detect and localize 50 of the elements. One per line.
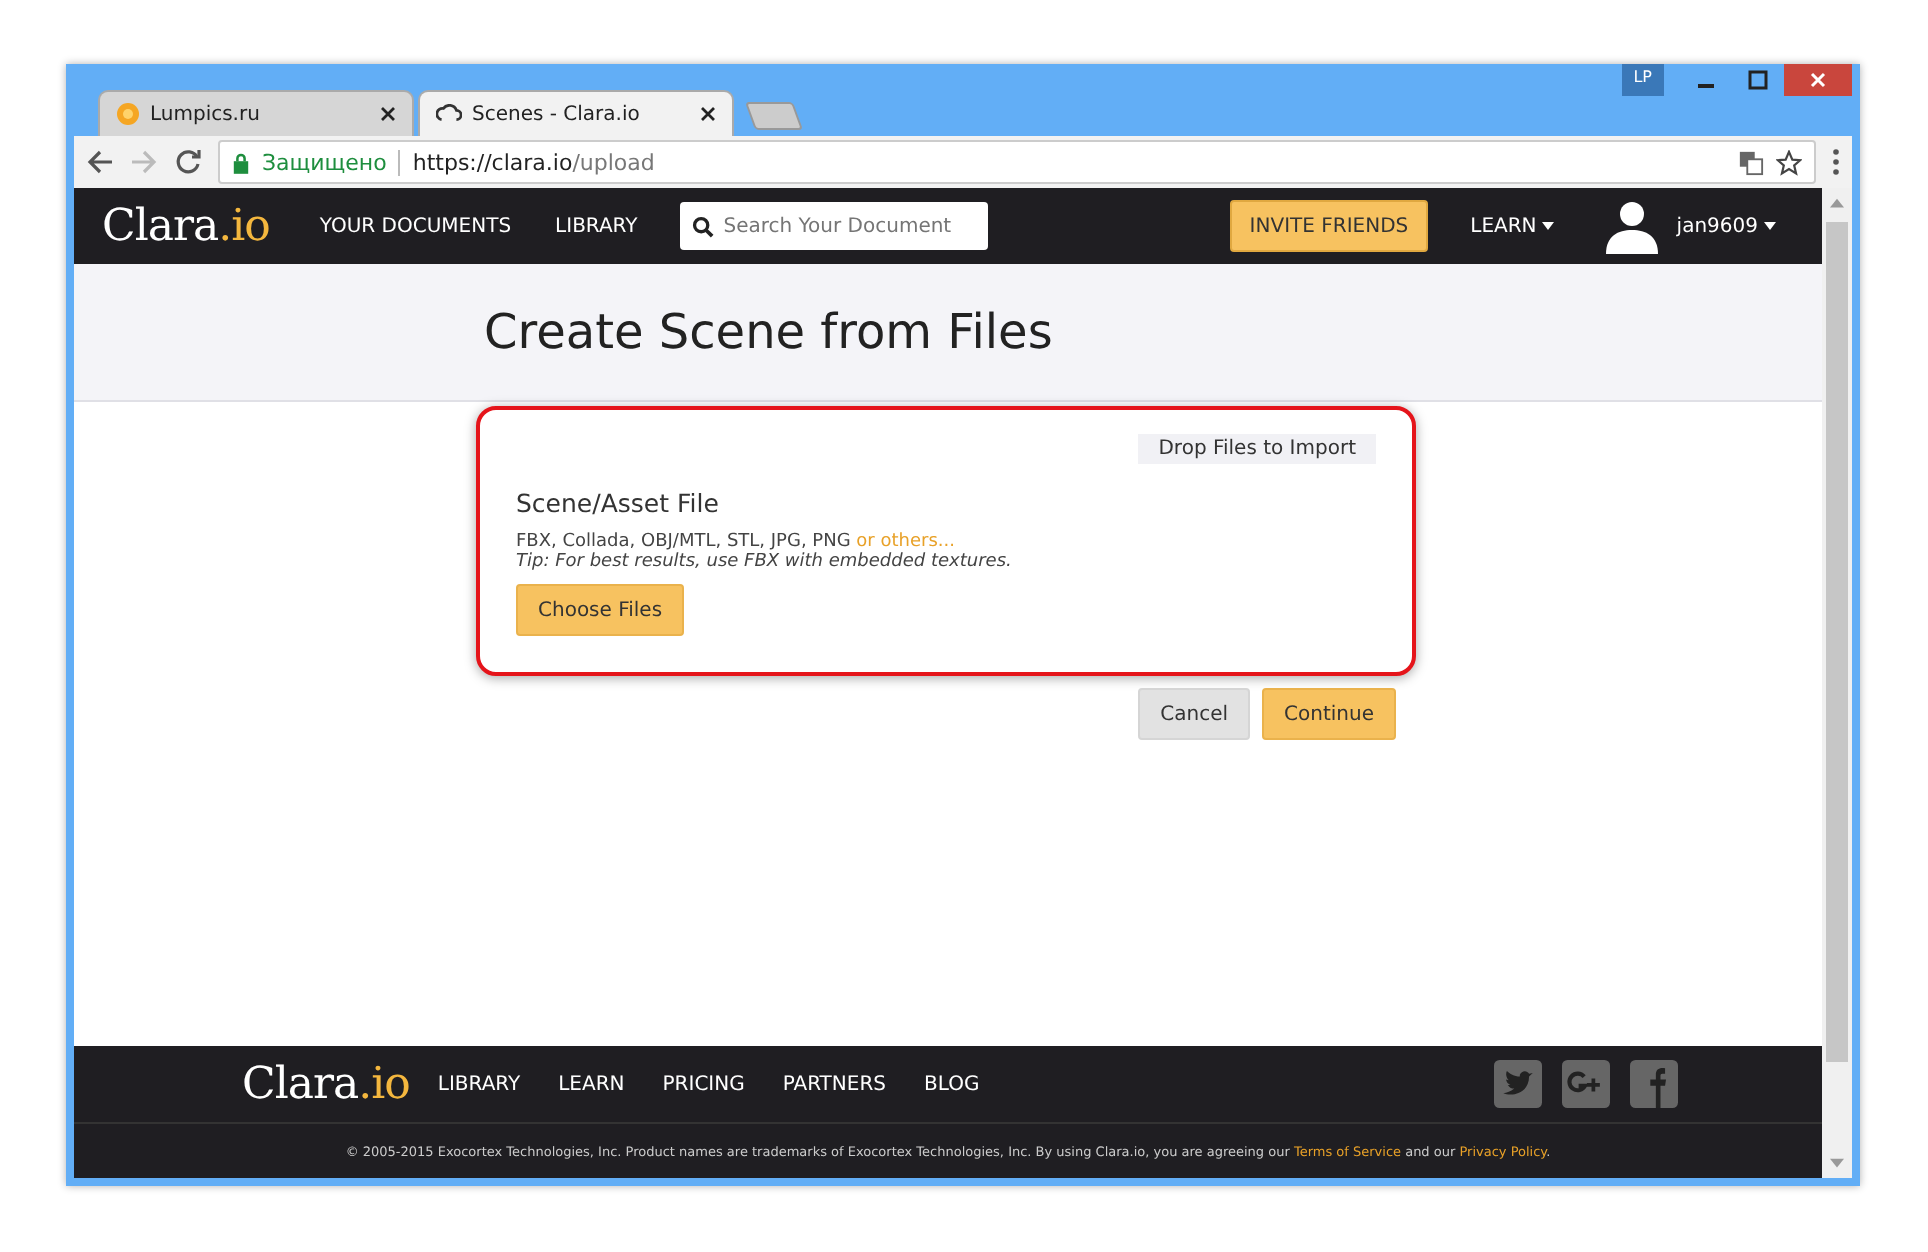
close-icon [1808,70,1828,90]
logo[interactable]: Clara.io [102,201,270,251]
section-heading: Scene/Asset File [516,488,721,518]
caret-icon[interactable] [1764,222,1776,230]
search-field[interactable]: Search Your Document [679,202,988,250]
choose-files-button[interactable]: Choose Files [516,584,685,636]
lock-icon [232,151,250,173]
twitter-icon[interactable] [1494,1060,1542,1108]
footer-logo[interactable]: Clara.io [242,1059,410,1109]
tip-text: Tip: For best results, use FBX with embedded textures. [516,552,1014,572]
star-icon[interactable] [1776,149,1802,175]
close-icon[interactable] [700,106,716,122]
reload-icon[interactable] [174,148,202,176]
footer-link[interactable]: BLOG [924,1073,980,1095]
user-silhouette-icon [1604,198,1661,254]
nav-link[interactable]: YOUR DOCUMENTS [319,215,512,237]
drop-hint: Drop Files to Import [1138,434,1376,464]
learn-menu[interactable]: LEARN [1470,215,1537,237]
footer-link[interactable]: LEARN [558,1073,625,1095]
close-icon[interactable] [380,106,396,122]
cloud-icon [436,104,462,124]
maximize-icon[interactable] [1748,70,1768,90]
format-list: FBX, Collada, OBJ/MTL, STL, JPG, PNG or others... [516,532,1376,552]
back-icon[interactable] [86,148,114,176]
continue-button[interactable]: Continue [1262,688,1396,740]
url-text: https://clara.io/upload [412,149,655,175]
tab-title: Scenes - Clara.io [472,103,642,125]
translate-icon[interactable] [1738,149,1764,175]
browser-tab[interactable]: Lumpics.ru [98,90,414,136]
google-plus-icon[interactable] [1562,1060,1610,1108]
footer-link[interactable]: PRICING [662,1073,745,1095]
secure-label: Защищено [262,149,387,175]
search-icon [691,215,714,237]
browser-tab[interactable]: Scenes - Clara.io [418,90,734,136]
facebook-icon[interactable] [1630,1060,1678,1108]
caret-icon[interactable] [1542,222,1555,230]
cancel-button[interactable]: Cancel [1138,688,1251,740]
menu-icon[interactable] [1832,148,1840,176]
close-window-button[interactable] [1784,64,1852,96]
profile-badge[interactable]: LP [1621,64,1664,96]
invite-friends-button[interactable]: INVITE FRIENDS [1229,200,1429,252]
sun-icon [116,102,140,126]
user-menu[interactable]: jan9609 [1676,215,1758,237]
page-title: Create Scene from Files [484,304,1053,360]
tab-title: Lumpics.ru [150,103,262,125]
footer-link[interactable]: PARTNERS [782,1073,887,1095]
address-bar[interactable]: Защищено https://clara.io/upload [218,140,1816,184]
nav-link[interactable]: LIBRARY [555,215,638,237]
footer-link[interactable]: LIBRARY [437,1073,521,1095]
search-input[interactable]: Search Your Document [723,215,954,237]
